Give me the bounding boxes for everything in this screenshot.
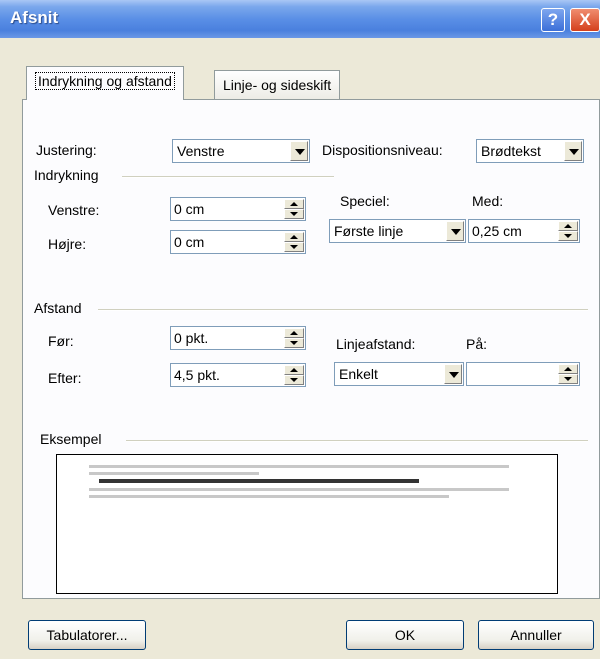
alignment-value: Venstre [177, 143, 225, 159]
spin-up-icon[interactable] [284, 328, 304, 338]
before-label: Før: [48, 333, 74, 349]
chevron-down-icon[interactable] [446, 221, 464, 241]
spin-down-icon[interactable] [284, 242, 304, 252]
chevron-down-icon[interactable] [564, 141, 582, 161]
indent-left-spinner[interactable]: 0 cm [170, 197, 306, 221]
spacing-group-label: Afstand [34, 300, 82, 316]
preview-divider [126, 440, 588, 442]
indent-right-label: Højre: [48, 236, 87, 252]
by-label: Med: [472, 193, 504, 209]
chevron-down-icon[interactable] [444, 364, 462, 384]
at-spinner[interactable] [466, 362, 580, 386]
spin-up-icon[interactable] [558, 221, 578, 231]
tab-line-page-breaks[interactable]: Linje- og sideskift [214, 70, 341, 100]
close-button[interactable]: X [570, 8, 600, 32]
preview-sample-text [89, 465, 509, 498]
before-value: 0 pkt. [174, 330, 209, 346]
preview-box [56, 454, 558, 594]
special-value: Første linje [334, 223, 404, 239]
by-value: 0,25 cm [472, 223, 522, 239]
indent-left-value: 0 cm [174, 201, 205, 217]
special-select[interactable]: Første linje [329, 219, 466, 243]
spin-up-icon[interactable] [284, 365, 304, 375]
help-button[interactable]: ? [541, 8, 565, 32]
tab-indent-spacing-label: Indrykning og afstand [35, 72, 175, 90]
spin-up-icon[interactable] [558, 364, 578, 374]
tab-indent-spacing[interactable]: Indrykning og afstand [26, 66, 184, 100]
alignment-label: Justering: [36, 142, 97, 158]
cancel-button[interactable]: Annuller [478, 620, 594, 650]
chevron-down-icon[interactable] [290, 141, 308, 161]
after-spinner[interactable]: 4,5 pkt. [170, 363, 306, 387]
preview-group-label: Eksempel [40, 431, 102, 447]
indent-divider [122, 176, 334, 178]
spin-down-icon[interactable] [284, 209, 304, 219]
title-bar: Afsnit ? X [0, 0, 600, 38]
spin-up-icon[interactable] [284, 199, 304, 209]
spin-down-icon[interactable] [558, 231, 578, 241]
indent-group-label: Indrykning [34, 167, 99, 183]
indent-right-value: 0 cm [174, 234, 205, 250]
tab-line-page-breaks-label: Linje- og sideskift [223, 77, 332, 93]
spin-down-icon[interactable] [284, 338, 304, 348]
after-label: Efter: [48, 370, 82, 386]
spin-down-icon[interactable] [284, 375, 304, 385]
outline-level-select[interactable]: Brødtekst [476, 139, 584, 163]
line-spacing-select[interactable]: Enkelt [334, 362, 464, 386]
window-title: Afsnit [10, 8, 59, 27]
before-spinner[interactable]: 0 pkt. [170, 326, 306, 350]
special-label: Speciel: [340, 193, 390, 209]
spin-up-icon[interactable] [284, 232, 304, 242]
indent-right-spinner[interactable]: 0 cm [170, 230, 306, 254]
ok-button[interactable]: OK [346, 620, 464, 650]
after-value: 4,5 pkt. [174, 367, 220, 383]
line-spacing-value: Enkelt [339, 366, 378, 382]
alignment-select[interactable]: Venstre [172, 139, 310, 163]
outline-level-value: Brødtekst [481, 143, 541, 159]
by-spinner[interactable]: 0,25 cm [468, 219, 580, 243]
spin-down-icon[interactable] [558, 374, 578, 384]
at-label: På: [466, 336, 488, 352]
line-spacing-label: Linjeafstand: [336, 336, 416, 352]
spacing-divider [98, 309, 588, 311]
outline-level-label: Dispositionsniveau: [322, 142, 443, 158]
tabs-button[interactable]: Tabulatorer... [28, 620, 146, 650]
indent-left-label: Venstre: [48, 202, 100, 218]
